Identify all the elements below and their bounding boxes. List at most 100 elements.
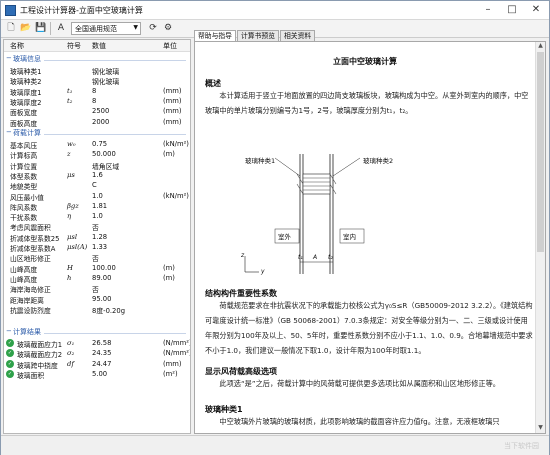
save-icon[interactable]: 💾: [34, 22, 48, 35]
parameter-column-header: 名称 符号 数值 单位: [4, 40, 190, 52]
scroll-down-icon[interactable]: ▼: [536, 424, 545, 433]
maximize-button[interactable]: □: [501, 3, 523, 17]
scrollbar-thumb[interactable]: [537, 52, 544, 252]
tab-bar: 帮助与指导 计算书预览 相关资料: [194, 30, 546, 42]
check-icon: ✓: [6, 349, 14, 358]
collapse-icon[interactable]: −: [6, 128, 12, 136]
chevron-down-icon: ▼: [133, 24, 138, 31]
font-icon[interactable]: A: [54, 22, 68, 35]
section-glass-info[interactable]: − 玻璃信息: [4, 54, 190, 65]
param-value[interactable]: 钢化玻璃: [92, 66, 119, 76]
param-name: 体型系数: [10, 172, 38, 181]
param-unit: (mm): [163, 96, 182, 105]
param-value[interactable]: 否: [92, 253, 99, 263]
parameter-row[interactable]: 山峰高度 H 100.00 (m): [4, 264, 190, 274]
title-bar: 工程设计计算器-立面中空玻璃计算 – □ ✕: [1, 1, 549, 20]
refresh-icon[interactable]: ⟳: [146, 22, 160, 35]
tab-preview[interactable]: 计算书预览: [237, 30, 279, 41]
param-name: 玻璃厚度2: [10, 98, 42, 107]
tab-materials[interactable]: 相关资料: [280, 30, 316, 41]
collapse-icon[interactable]: −: [6, 54, 12, 62]
window-title: 工程设计计算器-立面中空玻璃计算: [20, 6, 143, 15]
param-value[interactable]: 1.81: [92, 202, 107, 210]
section-results[interactable]: − 计算结果: [4, 327, 190, 338]
parameter-row[interactable]: 基本风压 w₀ 0.75 (kN/m²): [4, 140, 190, 150]
close-button[interactable]: ✕: [525, 3, 547, 17]
param-value[interactable]: 否: [92, 222, 99, 232]
parameter-row[interactable]: 折减体型系数A μsl(A) 1.33: [4, 243, 190, 253]
spec-select[interactable]: 全国通用规范 ▼: [71, 22, 141, 35]
param-value[interactable]: 2000: [92, 118, 109, 126]
param-value[interactable]: 1.0: [92, 192, 103, 200]
minimize-button[interactable]: –: [477, 3, 499, 17]
param-value[interactable]: 50.000: [92, 150, 116, 158]
param-unit: (m²): [163, 369, 178, 378]
parameter-row[interactable]: 干扰系数 η 1.0: [4, 212, 190, 222]
result-row[interactable]: ✓ 玻璃跨中挠度 df 24.47 (mm): [4, 359, 190, 370]
parameter-row[interactable]: 面板宽度 2500 (mm): [4, 107, 190, 117]
parameter-row[interactable]: 计算位置 墙角区域: [4, 161, 190, 171]
param-value[interactable]: 95.00: [92, 295, 111, 303]
param-value[interactable]: 89.00: [92, 274, 111, 282]
param-value[interactable]: 8度-0.20g: [92, 305, 125, 315]
parameter-row[interactable]: 玻璃厚度1 t₁ 8 (mm): [4, 87, 190, 97]
parameter-row[interactable]: 体型系数 μs 1.6: [4, 171, 190, 181]
new-file-icon[interactable]: 🗋: [4, 22, 18, 35]
parameter-row[interactable]: 玻璃种类2 钢化玻璃: [4, 76, 190, 86]
param-value[interactable]: 100.00: [92, 264, 116, 272]
param-value[interactable]: 墙角区域: [92, 161, 119, 171]
parameter-row[interactable]: 风压最小值 1.0 (kN/m²): [4, 192, 190, 202]
param-unit: (kN/m²): [163, 191, 189, 200]
collapse-icon[interactable]: −: [6, 327, 12, 335]
param-value[interactable]: 8: [92, 87, 96, 95]
result-row[interactable]: ✓ 玻璃截面应力1 σ₁ 26.58 (N/mm²): [4, 339, 190, 349]
open-folder-icon[interactable]: 📂: [19, 22, 33, 35]
param-value[interactable]: 1.33: [92, 243, 107, 251]
column-value: 数值: [92, 42, 106, 50]
parameter-row[interactable]: 距海岸距离 95.00: [4, 295, 190, 305]
param-symbol: h: [67, 273, 72, 282]
parameter-row[interactable]: 山峰高度 h 89.00 (m): [4, 274, 190, 284]
parameter-row[interactable]: 面板高度 2000 (mm): [4, 118, 190, 128]
figure-axis-z: z: [241, 252, 245, 259]
parameter-row[interactable]: 海岸海岛修正 否: [4, 284, 190, 294]
scroll-up-icon[interactable]: ▲: [536, 42, 545, 51]
param-value[interactable]: 否: [92, 284, 99, 294]
parameter-row[interactable]: 计算标高 z 50.000 (m): [4, 150, 190, 160]
parameter-row[interactable]: 山区地形修正 否: [4, 253, 190, 263]
settings-icon[interactable]: ⚙: [161, 22, 175, 35]
result-row[interactable]: ✓ 玻璃截面应力2 σ₂ 24.35 (N/mm²): [4, 349, 190, 359]
result-row[interactable]: ✓ 玻璃面积 5.00 (m²): [4, 369, 190, 380]
param-name: 考虑风震面积: [10, 224, 51, 233]
parameter-row[interactable]: 阵风系数 βgz 1.81: [4, 202, 190, 212]
param-name: 地貌类型: [10, 183, 38, 192]
check-icon: ✓: [6, 339, 14, 347]
section-load-calc[interactable]: − 荷载计算: [4, 128, 190, 139]
param-value[interactable]: 24.35: [92, 349, 111, 357]
param-value[interactable]: 0.75: [92, 140, 107, 148]
parameter-row[interactable]: 玻璃种类1 钢化玻璃: [4, 66, 190, 76]
param-value[interactable]: 24.47: [92, 360, 111, 368]
param-unit: (mm): [163, 117, 182, 126]
param-value[interactable]: 2500: [92, 107, 109, 115]
check-icon: ✓: [6, 369, 14, 378]
param-value[interactable]: 1.0: [92, 212, 103, 220]
parameter-row[interactable]: 考虑风震面积 否: [4, 222, 190, 232]
param-value[interactable]: 1.6: [92, 171, 103, 179]
param-value[interactable]: 8: [92, 97, 96, 105]
figure-label-glass2: 玻璃种类2: [363, 157, 394, 165]
param-value[interactable]: C: [92, 181, 97, 189]
param-value[interactable]: 1.28: [92, 233, 107, 241]
vertical-scrollbar[interactable]: ▲ ▼: [535, 42, 545, 433]
parameter-row[interactable]: 地貌类型 C: [4, 181, 190, 191]
param-name: 玻璃跨中挠度: [17, 361, 58, 370]
param-value[interactable]: 钢化玻璃: [92, 76, 119, 86]
parameter-row[interactable]: 玻璃厚度2 t₂ 8 (mm): [4, 97, 190, 107]
param-value[interactable]: 26.58: [92, 339, 111, 347]
param-symbol: z: [67, 150, 71, 159]
parameter-row[interactable]: 抗震设防烈度 8度-0.20g: [4, 305, 190, 315]
param-value[interactable]: 5.00: [92, 370, 107, 378]
figure-label-inside: 室内: [343, 233, 356, 241]
paragraph-show-advanced: 此项选“是”之后，荷载计算中的风荷载可提供更多选项比如从属面积和山区地形修正等。: [219, 379, 500, 388]
parameter-row[interactable]: 折减体型系数25 μsl 1.28: [4, 233, 190, 243]
